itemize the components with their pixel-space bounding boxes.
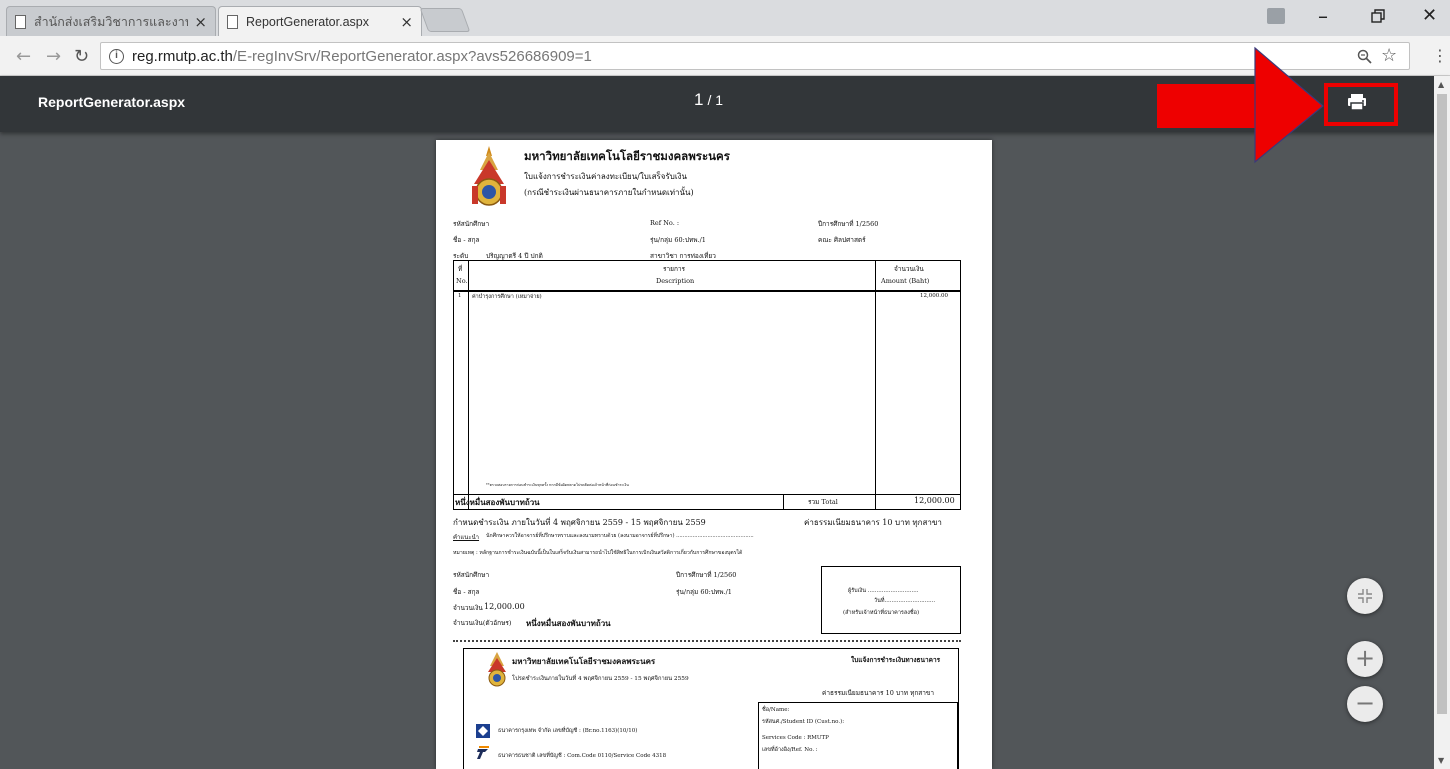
cut-line [453,640,961,642]
site-info-icon[interactable]: i [109,48,124,64]
footnote: **ตรวจสอบรายการก่อนชำระเงินทุกครั้ง หากม… [486,483,629,487]
url-host: reg.rmutp.ac.th [132,47,233,65]
tab-report-generator[interactable]: ReportGenerator.aspx × [218,6,422,36]
item-description: ค่าบำรุงการศึกษา (เหมาจ่าย) [472,294,542,300]
info-service-code: Services Code : RMUTP [762,735,829,741]
total-in-words: หนึ่งหมื่นสองพันบาทถ้วน [455,497,540,507]
url-path: /E-regInvSrv/ReportGenerator.aspx?avs526… [232,47,592,65]
student-id-label: รหัสนักศึกษา [453,220,490,228]
col-amount-en: Amount (Baht) [881,277,930,285]
slip-due: โปรดชำระเงินภายในวันที่ 4 พฤศจิกายน 2559… [512,676,689,682]
info-name: ชื่อ/Name: [762,707,790,713]
bookmark-star-icon[interactable]: ☆ [1381,45,1397,66]
scroll-thumb[interactable] [1437,94,1447,714]
total-amount: 12,000.00 [914,496,955,505]
advice-label: คำแนะนำ [453,534,480,541]
receiver-label: ผู้รับเงิน ............................. [848,588,919,594]
page-icon [15,14,26,29]
tab-strip: สำนักส่งเสริมวิชาการและงานะ × ReportGene… [0,0,1450,36]
stub-group-label: รุ่น/กลุ่ม 60:ปทพ./1 [676,588,732,596]
bank-fee: ค่าธรรมเนียมธนาคาร 10 บาท ทุกสาขา [804,518,942,527]
scroll-down-icon[interactable]: ▼ [1438,756,1444,765]
reload-icon[interactable]: ↻ [74,46,89,67]
bank2-info: ธนาคารธนชาติ เลขที่บัญชี : Com.Code 0110… [498,753,667,759]
group-label: รุ่น/กลุ่ม 60:ปทพ./1 [650,236,706,244]
minimize-icon[interactable]: – [1318,4,1328,28]
zoom-icon[interactable] [1357,49,1372,68]
vertical-scrollbar[interactable]: ▲ ▼ [1434,76,1450,769]
bangkok-bank-logo-icon [476,724,490,738]
forward-icon[interactable]: → [46,46,61,67]
stub-amount-value: 12,000.00 [484,602,525,611]
ref-label: Ref No. : [650,219,680,227]
pdf-title: ReportGenerator.aspx [38,94,186,110]
university-crest-logo [472,146,506,206]
annotation-arrow [1157,46,1324,164]
slip-title: ใบแจ้งการชำระเงินทางธนาคาร [851,656,941,664]
date-label: วันที่............................. [874,598,936,604]
col-desc-th: รายการ [663,265,686,273]
doc-subtitle: ใบแจ้งการชำระเงินค่าลงทะเบียน/ใบเสร็จรับ… [524,172,687,181]
advice-text: นักศึกษาควรให้อาจารย์ที่ปรึกษาทราบและลงน… [486,533,754,539]
bank1-info: ธนาคารกรุงเทพ จำกัด เลขที่บัญชี : (Br.no… [498,728,638,734]
stub-words-value: หนึ่งหมื่นสองพันบาทถ้วน [526,618,611,628]
col-no-en: No. [456,277,468,285]
item-amount: 12,000.00 [920,293,948,299]
item-no: 1 [458,293,462,299]
close-window-icon[interactable]: ✕ [1422,5,1437,26]
thanachart-bank-logo-icon [477,746,489,759]
stub-name-label: ชื่อ - สกุล [453,588,480,596]
total-label: รวม Total [808,498,838,506]
year-label: ปีการศึกษาที่ 1/2560 [818,220,879,228]
fit-page-button[interactable] [1347,578,1383,614]
slip-university-name: มหาวิทยาลัยเทคโนโลยีราชมงคลพระนคร [512,656,656,666]
zoom-in-button[interactable]: + [1347,641,1383,677]
stub-words-label: จำนวนเงิน(ตัวอักษร) [453,619,512,627]
annotation-highlight-box [1324,83,1398,126]
note-text: หมายเหตุ : หลักฐานการชำระเงินฉบับนี้เป็น… [453,550,743,556]
faculty-label: คณะ ศิลปศาสตร์ [818,236,866,244]
officer-label: (สำหรับเจ้าหน้าที่ธนาคารลงชื่อ) [843,610,920,616]
university-name: มหาวิทยาลัยเทคโนโลยีราชมงคลพระนคร [524,149,730,163]
new-tab-button[interactable] [419,8,471,32]
menu-icon[interactable]: ⋮ [1432,46,1448,65]
col-desc-en: Description [656,277,695,285]
col-amount-th: จำนวนเงิน [894,265,924,273]
info-student-id: รหัสนศ./Student ID (Cust.no.): [762,719,845,725]
page-indicator: 1/ 1 [694,90,723,110]
fit-page-icon [1358,589,1372,603]
restore-icon[interactable] [1371,8,1385,27]
page-total: / 1 [707,92,724,108]
user-profile-icon[interactable] [1267,8,1285,24]
page-icon [227,14,238,29]
close-tab-icon[interactable]: × [194,13,207,31]
back-icon[interactable]: ← [16,46,31,67]
tab-title: สำนักส่งเสริมวิชาการและงานะ [34,14,189,29]
stub-year-label: ปีการศึกษาที่ 1/2560 [676,571,737,579]
pdf-page: มหาวิทยาลัยเทคโนโลยีราชมงคลพระนคร ใบแจ้ง… [436,140,992,769]
scroll-up-icon[interactable]: ▲ [1438,80,1444,89]
tab-academic[interactable]: สำนักส่งเสริมวิชาการและงานะ × [6,6,216,36]
col-no-th: ที่ [458,265,463,273]
tab-title: ReportGenerator.aspx [246,14,369,29]
current-page[interactable]: 1 [694,90,703,109]
stub-amount-label: จำนวนเงิน [453,604,483,612]
due-date: กำหนดชำระเงิน ภายในวันที่ 4 พฤศจิกายน 25… [453,518,706,527]
slip-fee: ค่าธรรมเนียมธนาคาร 10 บาท ทุกสาขา [822,689,935,697]
zoom-out-button[interactable]: − [1347,686,1383,722]
university-crest-logo-small [488,652,506,687]
name-label: ชื่อ - สกุล [453,236,480,244]
doc-subtitle-2: (กรณีชำระเงินผ่านธนาคารภายในกำหนดเท่านั้… [524,188,694,197]
stub-student-id-label: รหัสนักศึกษา [453,571,490,579]
close-tab-icon[interactable]: × [400,13,413,31]
info-ref-no: เลขที่อ้างอิง/Ref. No. : [762,747,818,753]
